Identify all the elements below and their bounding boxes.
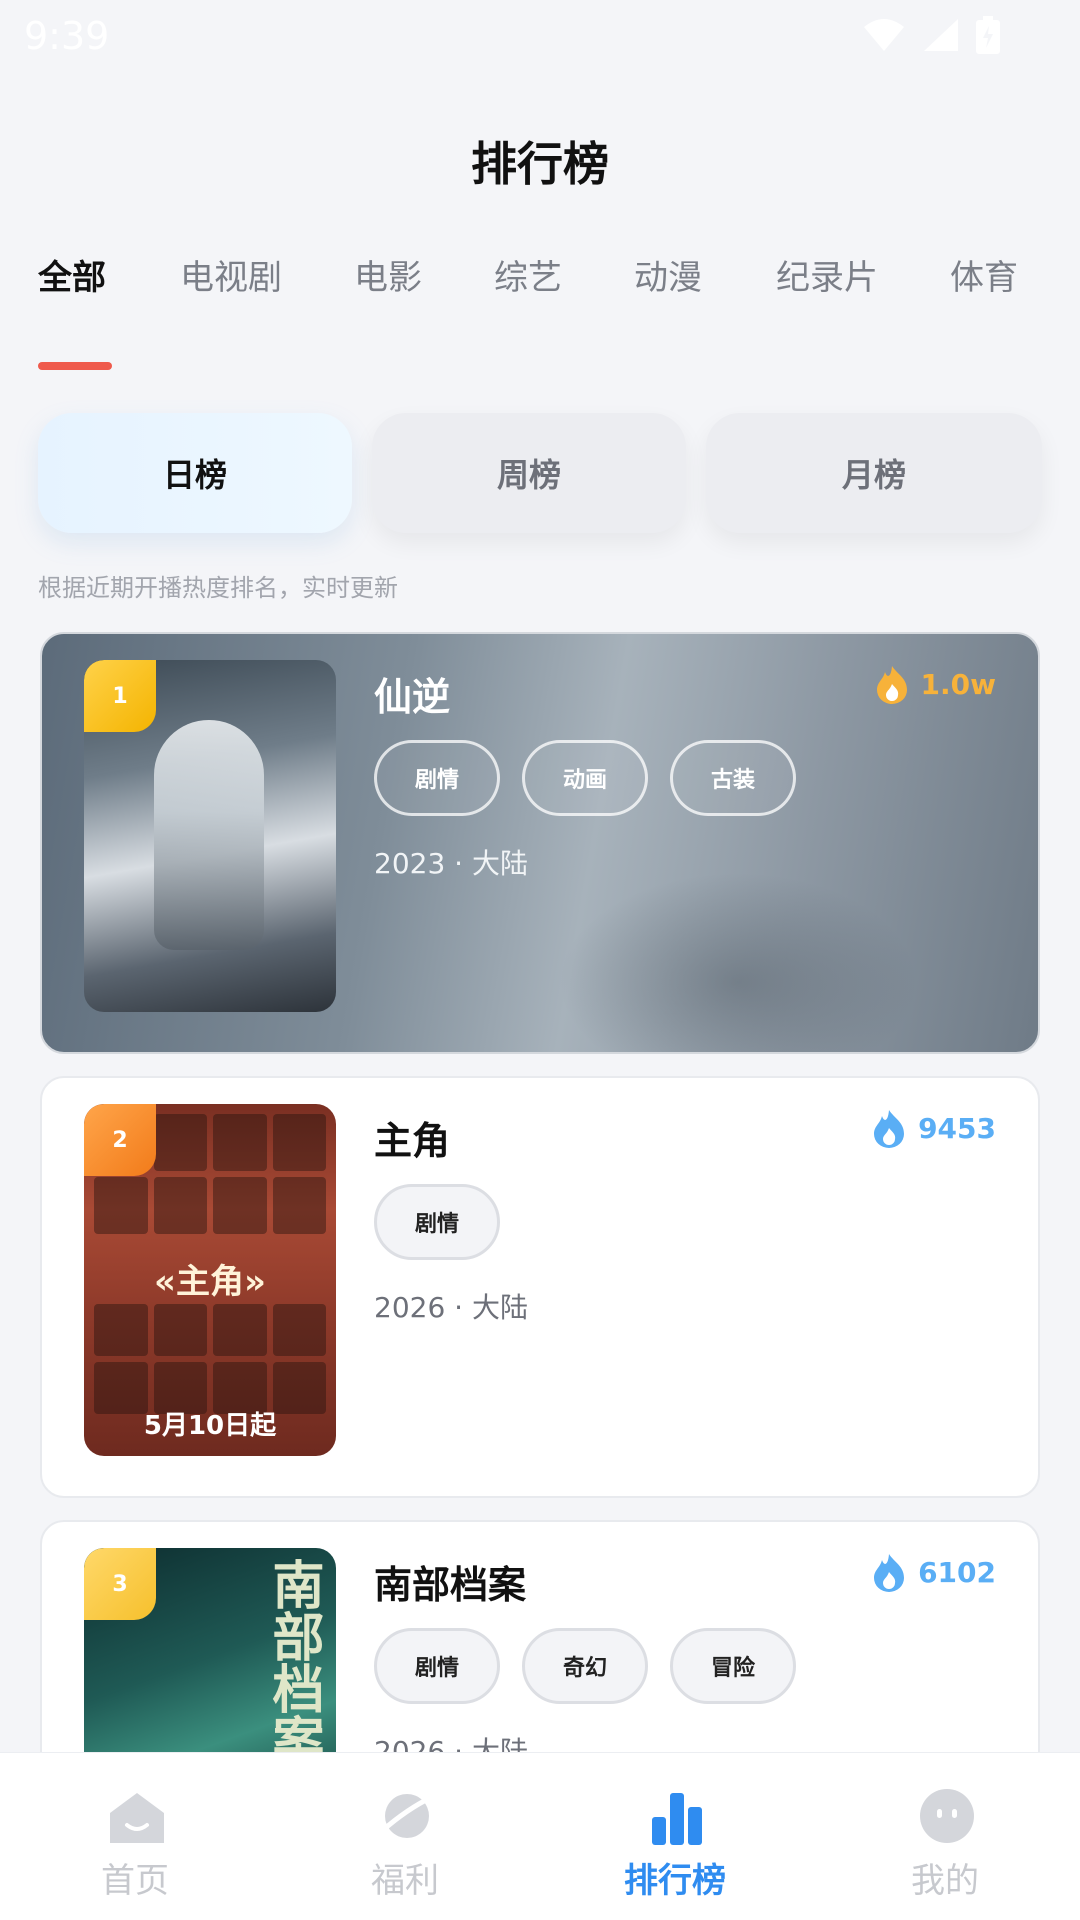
item-title: 南部档案: [374, 1563, 527, 1607]
genre-tags: 剧情 奇幻 冒险: [374, 1628, 796, 1704]
wifi-icon: [864, 19, 904, 51]
rank-badge: 2: [84, 1104, 156, 1176]
battery-icon: [976, 16, 1000, 54]
tab-all[interactable]: 全部: [38, 250, 106, 299]
poster-title: 南部档案: [263, 1558, 323, 1766]
genre-tag[interactable]: 剧情: [374, 1184, 500, 1260]
nav-label: 排行榜: [624, 1861, 726, 1901]
genre-tag[interactable]: 奇幻: [522, 1628, 648, 1704]
ranking-item[interactable]: 1 仙逆 1.0w 剧情 动画 古装 2023 · 大陆: [40, 632, 1040, 1054]
heat-value: 9453: [918, 1111, 996, 1145]
heat-value: 1.0w: [920, 667, 996, 701]
nav-ranking[interactable]: 排行榜: [540, 1753, 810, 1920]
genre-tag[interactable]: 冒险: [670, 1628, 796, 1704]
flame-icon: [874, 1110, 905, 1148]
planet-icon: [378, 1787, 436, 1845]
home-icon: [108, 1787, 166, 1845]
poster-cast-grid: [94, 1304, 326, 1414]
nav-label: 首页: [101, 1861, 169, 1901]
item-title: 主角: [374, 1119, 451, 1163]
active-tab-indicator: [38, 362, 112, 370]
bottom-nav: 首页 福利 排行榜 我的: [0, 1752, 1080, 1920]
nav-label: 福利: [371, 1861, 439, 1901]
rank-badge: 1: [84, 660, 156, 732]
nav-welfare[interactable]: 福利: [270, 1753, 540, 1920]
poster-figure: [154, 720, 264, 950]
poster-image: «主角» 5月10日起 2: [84, 1104, 336, 1456]
item-title: 仙逆: [374, 675, 451, 719]
period-daily[interactable]: 日榜: [38, 413, 352, 533]
flame-icon: [876, 666, 907, 704]
heat-score: 9453: [870, 1108, 996, 1148]
genre-tag[interactable]: 剧情: [374, 1628, 500, 1704]
poster-image: 1: [84, 660, 336, 1012]
genre-tags: 剧情: [374, 1184, 500, 1260]
flame-icon: [874, 1554, 905, 1592]
tab-tv-series[interactable]: 电视剧: [180, 250, 282, 299]
tab-movie[interactable]: 电影: [354, 250, 422, 299]
poster-caption: 5月10日起: [143, 1411, 277, 1441]
face-icon: [918, 1787, 976, 1845]
genre-tag[interactable]: 剧情: [374, 740, 500, 816]
tab-anime[interactable]: 动漫: [634, 250, 702, 299]
status-bar: 9:39: [0, 0, 1080, 72]
tab-documentary[interactable]: 纪录片: [776, 250, 878, 299]
nav-mine[interactable]: 我的: [810, 1753, 1080, 1920]
nav-label: 我的: [911, 1861, 979, 1901]
period-weekly[interactable]: 周榜: [372, 413, 686, 533]
category-tabs: 全部 电视剧 电影 综艺 动漫 纪录片 体育: [0, 250, 1080, 330]
status-time: 9:39: [24, 14, 110, 58]
heat-score: 1.0w: [873, 664, 996, 704]
genre-tag[interactable]: 动画: [522, 740, 648, 816]
genre-tag[interactable]: 古装: [670, 740, 796, 816]
poster-title: «主角»: [154, 1262, 266, 1302]
tab-sports[interactable]: 体育: [950, 250, 1018, 299]
ranking-item[interactable]: «主角» 5月10日起 2 主角 9453 剧情 2026 · 大陆: [40, 1076, 1040, 1498]
nav-home[interactable]: 首页: [0, 1753, 270, 1920]
bar-chart-icon: [648, 1787, 706, 1845]
period-monthly[interactable]: 月榜: [706, 413, 1042, 533]
heat-score: 6102: [870, 1552, 996, 1592]
page-title: 排行榜: [471, 137, 609, 191]
ranking-hint: 根据近期开播热度排名，实时更新: [38, 574, 398, 602]
rank-badge: 3: [84, 1548, 156, 1620]
signal-icon: [924, 19, 958, 51]
genre-tags: 剧情 动画 古装: [374, 740, 796, 816]
heat-value: 6102: [918, 1555, 996, 1589]
status-icons: [862, 16, 1000, 54]
year-region: 2026 · 大陆: [374, 1291, 528, 1324]
year-region: 2023 · 大陆: [374, 847, 528, 880]
tab-variety[interactable]: 综艺: [494, 250, 562, 299]
